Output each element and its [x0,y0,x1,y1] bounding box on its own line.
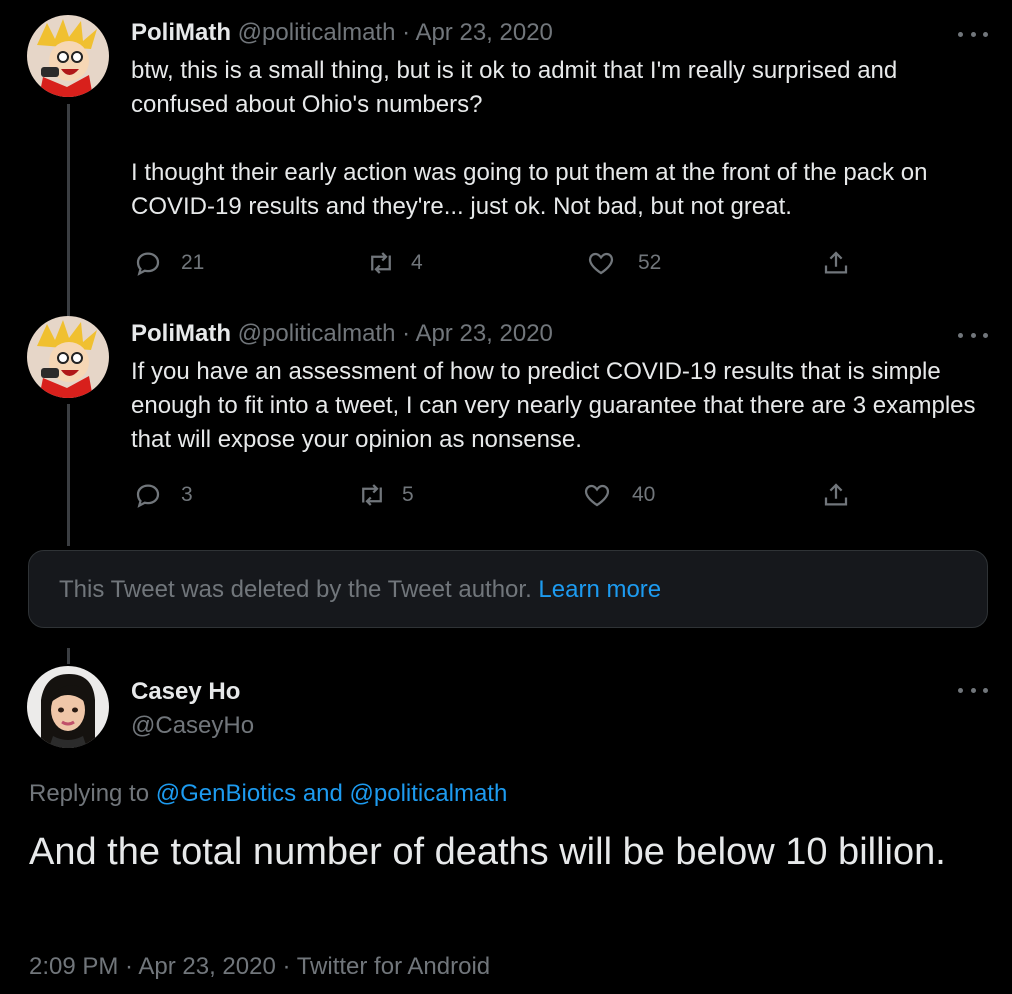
avatar-caseyho[interactable] [27,666,109,748]
reply-icon [136,252,160,276]
author-name[interactable]: PoliMath [131,320,231,347]
thread-line [67,404,70,546]
avatar-polimath[interactable] [27,15,109,97]
deleted-text: This Tweet was deleted by the Tweet auth… [59,576,532,603]
retweet-icon [362,484,382,506]
share-button[interactable] [821,248,851,278]
more-icon[interactable] [958,325,988,345]
like-button[interactable]: 52 [586,248,661,278]
deleted-tweet-notice: This Tweet was deleted by the Tweet auth… [28,550,988,628]
like-count: 40 [632,483,656,506]
replying-to-links[interactable]: @GenBiotics and @politicalmath [156,780,508,807]
main-tweet-text: And the total number of deaths will be b… [29,831,946,873]
author-handle[interactable]: @politicalmath [238,19,396,46]
deleted-notice-text: This Tweet was deleted by the Tweet auth… [59,575,661,605]
tweet-date[interactable]: Apr 23, 2020 [415,320,552,347]
like-count: 52 [638,251,662,274]
more-icon[interactable] [958,24,988,44]
thread-line [67,648,70,664]
reply-button[interactable]: 3 [133,480,193,510]
tweet-text: If you have an assessment of how to pred… [131,358,976,453]
share-icon [824,483,848,506]
tweet-header: PoliMath @politicalmath · Apr 23, 2020 [131,319,553,349]
like-icon [588,252,614,275]
more-icon[interactable] [958,680,988,700]
avatar-polimath[interactable] [27,316,109,398]
thread-line [67,104,70,316]
reply-count: 3 [181,483,193,506]
like-button[interactable]: 40 [582,480,655,510]
tweet-text: btw, this is a small thing, but is it ok… [131,57,928,220]
like-icon [584,484,610,507]
reply-icon [136,484,160,508]
tweet-timestamp[interactable]: 2:09 PM · Apr 23, 2020 · Twitter for And… [29,952,490,982]
separator: · [402,320,411,347]
author-handle[interactable]: @CaseyHo [131,711,254,741]
author-handle[interactable]: @politicalmath [238,320,396,347]
share-button[interactable] [821,480,851,510]
learn-more-link[interactable]: Learn more [538,576,661,603]
reply-count: 21 [181,251,205,274]
replying-to: Replying to @GenBiotics and @politicalma… [29,779,507,809]
share-icon [824,251,848,274]
retweet-count: 4 [411,251,423,274]
retweet-count: 5 [402,483,414,506]
tweet-header: PoliMath @politicalmath · Apr 23, 2020 [131,18,553,48]
retweet-icon [371,252,391,274]
retweet-button[interactable]: 5 [356,480,414,510]
retweet-button[interactable]: 4 [365,248,423,278]
separator: · [402,19,411,46]
tweet-date[interactable]: Apr 23, 2020 [415,19,552,46]
author-name[interactable]: PoliMath [131,19,231,46]
author-name[interactable]: Casey Ho [131,677,240,707]
replying-prefix: Replying to [29,780,150,807]
reply-button[interactable]: 21 [133,248,204,278]
